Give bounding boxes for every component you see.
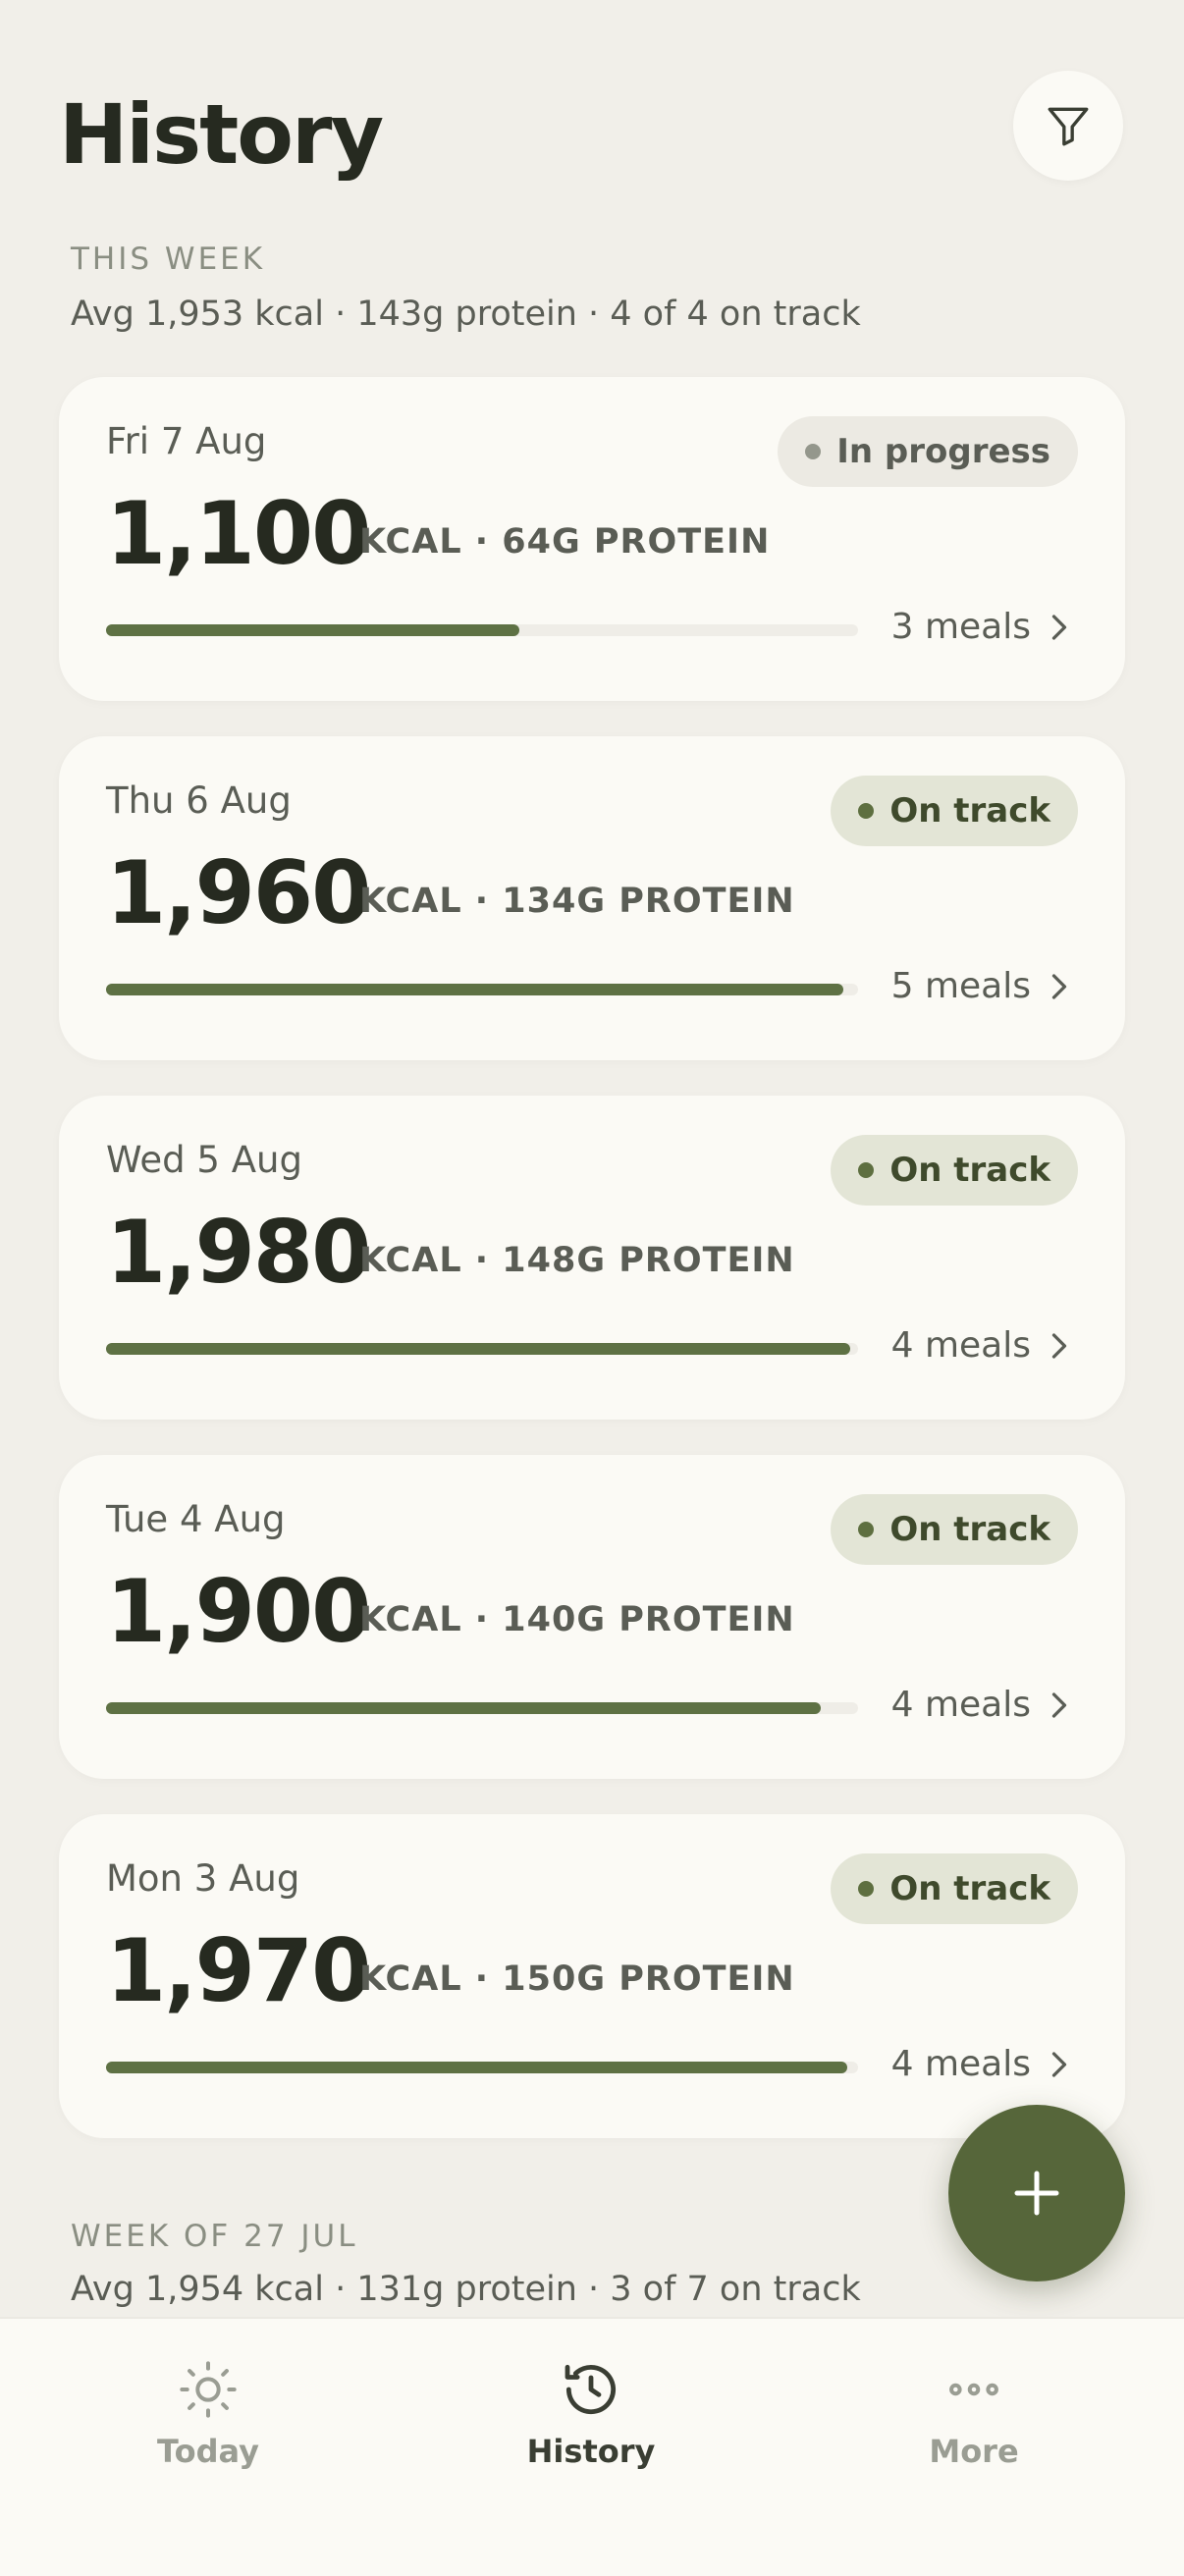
progress-fill [106,624,520,636]
add-meal-button[interactable] [948,2105,1125,2281]
nav-label-today: Today [157,2433,259,2470]
progress-fill [106,1343,851,1355]
kcal-value: 1,980 [106,1202,371,1303]
nav-label-more: More [929,2433,1019,2470]
status-dot [858,1162,875,1178]
meals-count: 5 meals [890,966,1031,1006]
kcal-protein-detail: KCAL · 140G PROTEIN [359,1600,795,1639]
status-dot [858,1522,875,1537]
day-date: Wed 5 Aug [106,1139,302,1181]
progress-track [106,2062,858,2073]
status-badge: On track [831,1135,1078,1206]
progress-track [106,624,858,636]
meals-count: 3 meals [890,607,1031,647]
meals-count: 4 meals [890,1685,1031,1725]
progress-fill [106,1702,821,1714]
status-dot [858,1881,875,1897]
meals-count: 4 meals [890,2044,1031,2084]
meals-link[interactable]: 5 meals [891,966,1070,1006]
kcal-value: 1,100 [106,483,371,584]
history-icon [565,2364,617,2415]
nav-item-today[interactable]: Today [61,2358,355,2470]
status-badge: On track [831,1494,1078,1565]
nav-item-history[interactable]: History [444,2358,738,2470]
plus-icon [1014,2171,1059,2216]
section-summary-week-of-27-jul: Avg 1,954 kcal · 131g protein · 3 of 7 o… [71,2270,861,2309]
day-card[interactable]: Tue 4 Aug On track 1,900 KCAL · 140G PRO… [59,1455,1125,1779]
kcal-protein-detail: KCAL · 134G PROTEIN [359,882,795,921]
day-date: Mon 3 Aug [106,1857,300,1900]
section-label-week-of-27-jul: WEEK OF 27 JUL [71,2219,358,2254]
kcal-protein-detail: KCAL · 64G PROTEIN [359,522,771,562]
status-badge: In progress [778,416,1078,487]
status-label: On track [889,1510,1050,1549]
nav-label-history: History [526,2433,656,2470]
status-dot [858,803,875,819]
day-card[interactable]: Mon 3 Aug On track 1,970 KCAL · 150G PRO… [59,1814,1125,2138]
more-icon [949,2383,998,2396]
meals-count: 4 meals [890,1325,1031,1366]
kcal-value: 1,960 [106,842,371,943]
progress-track [106,984,858,995]
kcal-value: 1,970 [106,1920,371,2021]
progress-fill [106,984,843,995]
day-card[interactable]: Fri 7 Aug In progress 1,100 KCAL · 64G P… [59,377,1125,701]
chevron-right-icon [1051,1691,1067,1718]
kcal-value: 1,900 [106,1561,371,1662]
status-badge: On track [831,1853,1078,1924]
progress-fill [106,2062,847,2073]
status-dot [805,444,822,459]
day-date: Thu 6 Aug [106,779,292,822]
sun-icon [180,2361,237,2418]
kcal-protein-detail: KCAL · 148G PROTEIN [359,1241,795,1280]
status-label: On track [889,791,1050,831]
section-label-this-week: THIS WEEK [71,242,266,277]
filter-button[interactable] [1013,71,1123,181]
meals-link[interactable]: 3 meals [891,607,1070,647]
chevron-right-icon [1051,973,1067,999]
day-card[interactable]: Wed 5 Aug On track 1,980 KCAL · 148G PRO… [59,1096,1125,1420]
day-date: Fri 7 Aug [106,420,267,462]
kcal-protein-detail: KCAL · 150G PROTEIN [359,1959,795,1999]
chevron-right-icon [1051,614,1067,640]
nav-item-more[interactable]: More [827,2358,1121,2470]
page-title: History [59,86,384,183]
bottom-nav: Today History More [0,2317,1184,2576]
section-summary-this-week: Avg 1,953 kcal · 143g protein · 4 of 4 o… [71,295,861,334]
meals-link[interactable]: 4 meals [891,1685,1070,1725]
day-card[interactable]: Thu 6 Aug On track 1,960 KCAL · 134G PRO… [59,736,1125,1060]
chevron-right-icon [1051,1332,1067,1359]
progress-track [106,1343,858,1355]
progress-track [106,1702,858,1714]
filter-icon [1048,107,1089,146]
meals-link[interactable]: 4 meals [891,2044,1070,2084]
meals-link[interactable]: 4 meals [891,1325,1070,1366]
chevron-right-icon [1051,2051,1067,2077]
status-label: In progress [836,432,1050,471]
day-date: Tue 4 Aug [106,1498,286,1540]
status-badge: On track [831,776,1078,846]
status-label: On track [889,1869,1050,1908]
status-label: On track [889,1151,1050,1190]
